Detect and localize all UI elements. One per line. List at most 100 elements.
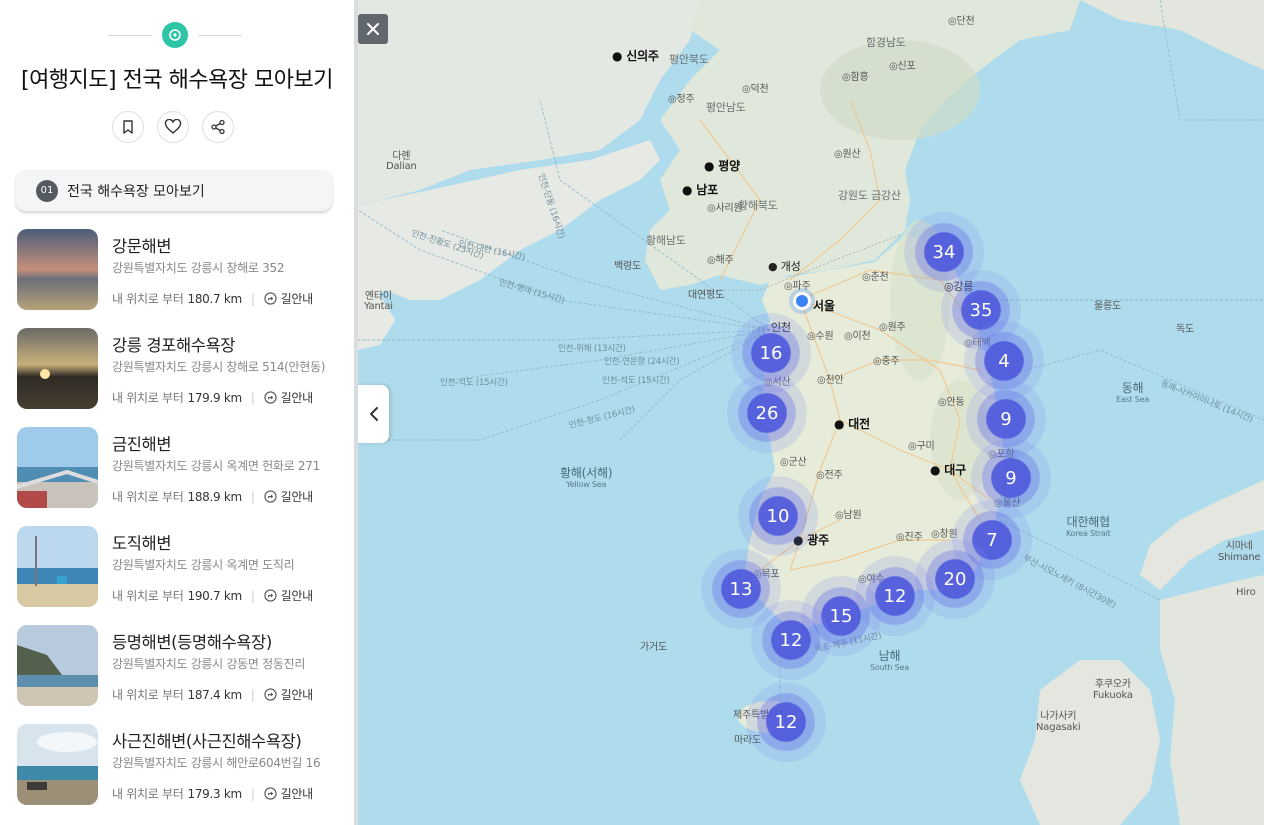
place-thumbnail[interactable] [17, 526, 98, 607]
share-button[interactable] [202, 111, 234, 143]
place-distance: 188.9 km [187, 489, 242, 504]
current-location-marker [793, 292, 811, 310]
directions-icon [264, 391, 277, 404]
place-meta: 내 위치로 부터 179.3 km | 길안내 [112, 785, 313, 802]
map-label-gageodo: 가거도 [640, 642, 667, 653]
bookmark-button[interactable] [112, 111, 144, 143]
collapse-sidebar-button[interactable] [358, 385, 389, 443]
place-meta: 내 위치로 부터 180.7 km | 길안내 [112, 290, 313, 307]
map-label-hiro: Hiro [1236, 587, 1256, 598]
place-name[interactable]: 사근진해변(사근진해수욕장) [112, 728, 302, 752]
map-label-nagasaki: 나가사키 Nagasaki [1036, 711, 1081, 733]
map-label-nampo: ● 남포 [682, 183, 718, 197]
travel-map-logo-icon [162, 22, 188, 48]
directions-icon [264, 787, 277, 800]
place-name[interactable]: 등명해변(등명해수욕장) [112, 629, 272, 653]
place-thumbnail[interactable] [17, 229, 98, 310]
place-distance: 179.9 km [187, 390, 242, 405]
place-name[interactable]: 금진해변 [112, 431, 172, 455]
map-label-chuncheon: ◎춘천 [862, 272, 889, 283]
close-button[interactable] [358, 14, 388, 44]
directions-icon [264, 688, 277, 701]
place-list-item[interactable]: 강문해변강원특별자치도 강릉시 창해로 352 내 위치로 부터 180.7 km |… [0, 229, 354, 328]
distance-prefix: 내 위치로 부터 [112, 787, 184, 801]
place-thumbnail[interactable] [17, 625, 98, 706]
map-label-dancheon: ◎단천 [948, 16, 975, 27]
map-label-shimane: 시마네 Shimane [1218, 541, 1261, 563]
directions-button[interactable]: 길안내 [264, 785, 313, 802]
map-label-dalian: 다롄 Dalian [386, 151, 417, 172]
place-address: 강원특별자치도 강릉시 옥계면 도직리 [112, 558, 295, 572]
map-label-jeonju: ◎전주 [816, 470, 843, 481]
map-label-baengnyeong: 백령도 [614, 261, 641, 272]
cluster-marker[interactable]: 26 [727, 373, 807, 453]
map-label-gumi: ◎구미 [908, 441, 935, 452]
section-label: 전국 해수욕장 모아보기 [67, 183, 205, 200]
action-buttons [112, 111, 234, 143]
place-meta: 내 위치로 부터 190.7 km | 길안내 [112, 587, 313, 604]
place-thumbnail[interactable] [17, 427, 98, 508]
map-label-suwon: ◎수원 [807, 331, 834, 342]
distance-prefix: 내 위치로 부터 [112, 589, 184, 603]
cluster-marker[interactable]: 12 [751, 600, 831, 680]
map-label-hwanghae-buk: 황해북도 [738, 199, 778, 212]
place-thumbnail[interactable] [17, 724, 98, 805]
distance-prefix: 내 위치로 부터 [112, 688, 184, 702]
meta-separator: | [250, 588, 255, 603]
place-distance: 179.3 km [187, 786, 242, 801]
sea-label-yellow: 황해(서해) Yellow Sea [560, 466, 613, 489]
place-distance: 187.4 km [187, 687, 242, 702]
map-label-andong: ◎안동 [938, 397, 965, 408]
directions-label: 길안내 [280, 787, 314, 801]
place-address: 강원특별자치도 강릉시 창해로 352 [112, 261, 285, 275]
place-meta: 내 위치로 부터 188.9 km | 길안내 [112, 488, 313, 505]
map-label-namwon: ◎남원 [835, 510, 862, 521]
map-label-hamheung: ◎함흥 [842, 72, 869, 83]
directions-button[interactable]: 길안내 [264, 488, 313, 505]
directions-label: 길안내 [280, 490, 314, 504]
chevron-left-icon [369, 407, 378, 421]
cluster-marker[interactable]: 10 [738, 476, 818, 556]
map-label-cheonan: ◎천안 [817, 375, 844, 386]
directions-button[interactable]: 길안내 [264, 290, 313, 307]
place-list-item[interactable]: 금진해변강원특별자치도 강릉시 옥계면 헌화로 271 내 위치로 부터 188.9… [0, 427, 354, 526]
place-name[interactable]: 강문해변 [112, 233, 172, 257]
directions-label: 길안내 [280, 391, 314, 405]
map-label-yantai: 옌타이 Yantai [364, 291, 393, 312]
place-thumbnail[interactable] [17, 328, 98, 409]
map-label-icheon: ◎이천 [844, 331, 871, 342]
place-name[interactable]: 도직해변 [112, 530, 172, 554]
map-label-sinpo: ◎신포 [889, 61, 916, 72]
section-header[interactable]: 01 전국 해수욕장 모아보기 [16, 170, 332, 211]
cluster-marker[interactable]: 12 [746, 682, 826, 762]
directions-button[interactable]: 길안내 [264, 587, 313, 604]
map-label-pyeongnam: 평안남도 [706, 101, 746, 114]
map-label-gunsan: ◎군산 [780, 457, 807, 468]
map-label-hamgyeong-nam: 함경남도 [866, 36, 906, 49]
place-list-item[interactable]: 도직해변 강원특별자치도 강릉시 옥계면 도직리 내 위치로 부터 190.7 km |… [0, 526, 354, 625]
directions-button[interactable]: 길안내 [264, 686, 313, 703]
like-button[interactable] [157, 111, 189, 143]
place-address: 강원특별자치도 강릉시 옥계면 헌화로 271 [112, 459, 320, 473]
place-list-item[interactable]: 등명해변(등명해수욕장) 강원특별자치도 강릉시 강동면 정동진리 내 위치로 부터… [0, 625, 354, 724]
map-label-wonju: ◎원주 [879, 322, 906, 333]
map-label-wonsan: ◎원산 [834, 149, 861, 160]
place-list-item[interactable]: 사근진해변(사근진해수욕장) 강원특별자치도 강릉시 해안로604번길 16 내 위… [0, 724, 354, 823]
directions-button[interactable]: 길안내 [264, 389, 313, 406]
directions-icon [264, 589, 277, 602]
map-label-fukuoka: 후쿠오카 Fukuoka [1093, 679, 1133, 701]
map-label-pyeongbuk: 평안북도 [669, 53, 709, 66]
map-label-haeju: ◎해주 [707, 255, 734, 266]
route-label: 인천-위해 (13시간) [558, 344, 626, 354]
place-meta: 내 위치로 부터 179.9 km | 길안내 [112, 389, 313, 406]
share-icon [211, 119, 225, 135]
place-list: 강문해변강원특별자치도 강릉시 창해로 352 내 위치로 부터 180.7 km |… [0, 229, 354, 823]
directions-label: 길안내 [280, 589, 314, 603]
place-name[interactable]: 강릉 경포해수욕장 [112, 332, 235, 356]
place-list-item[interactable]: 강릉 경포해수욕장 강원특별자치도 강릉시 창해로 514(안현동) 내 위치로 부… [0, 328, 354, 427]
meta-separator: | [250, 390, 255, 405]
map-label-daejeon: ● 대전 [834, 417, 870, 431]
map-label-gangwon: 강원도 금강산 [838, 189, 901, 202]
map-label-ulleung: 울릉도 [1094, 301, 1121, 312]
directions-icon [264, 292, 277, 305]
